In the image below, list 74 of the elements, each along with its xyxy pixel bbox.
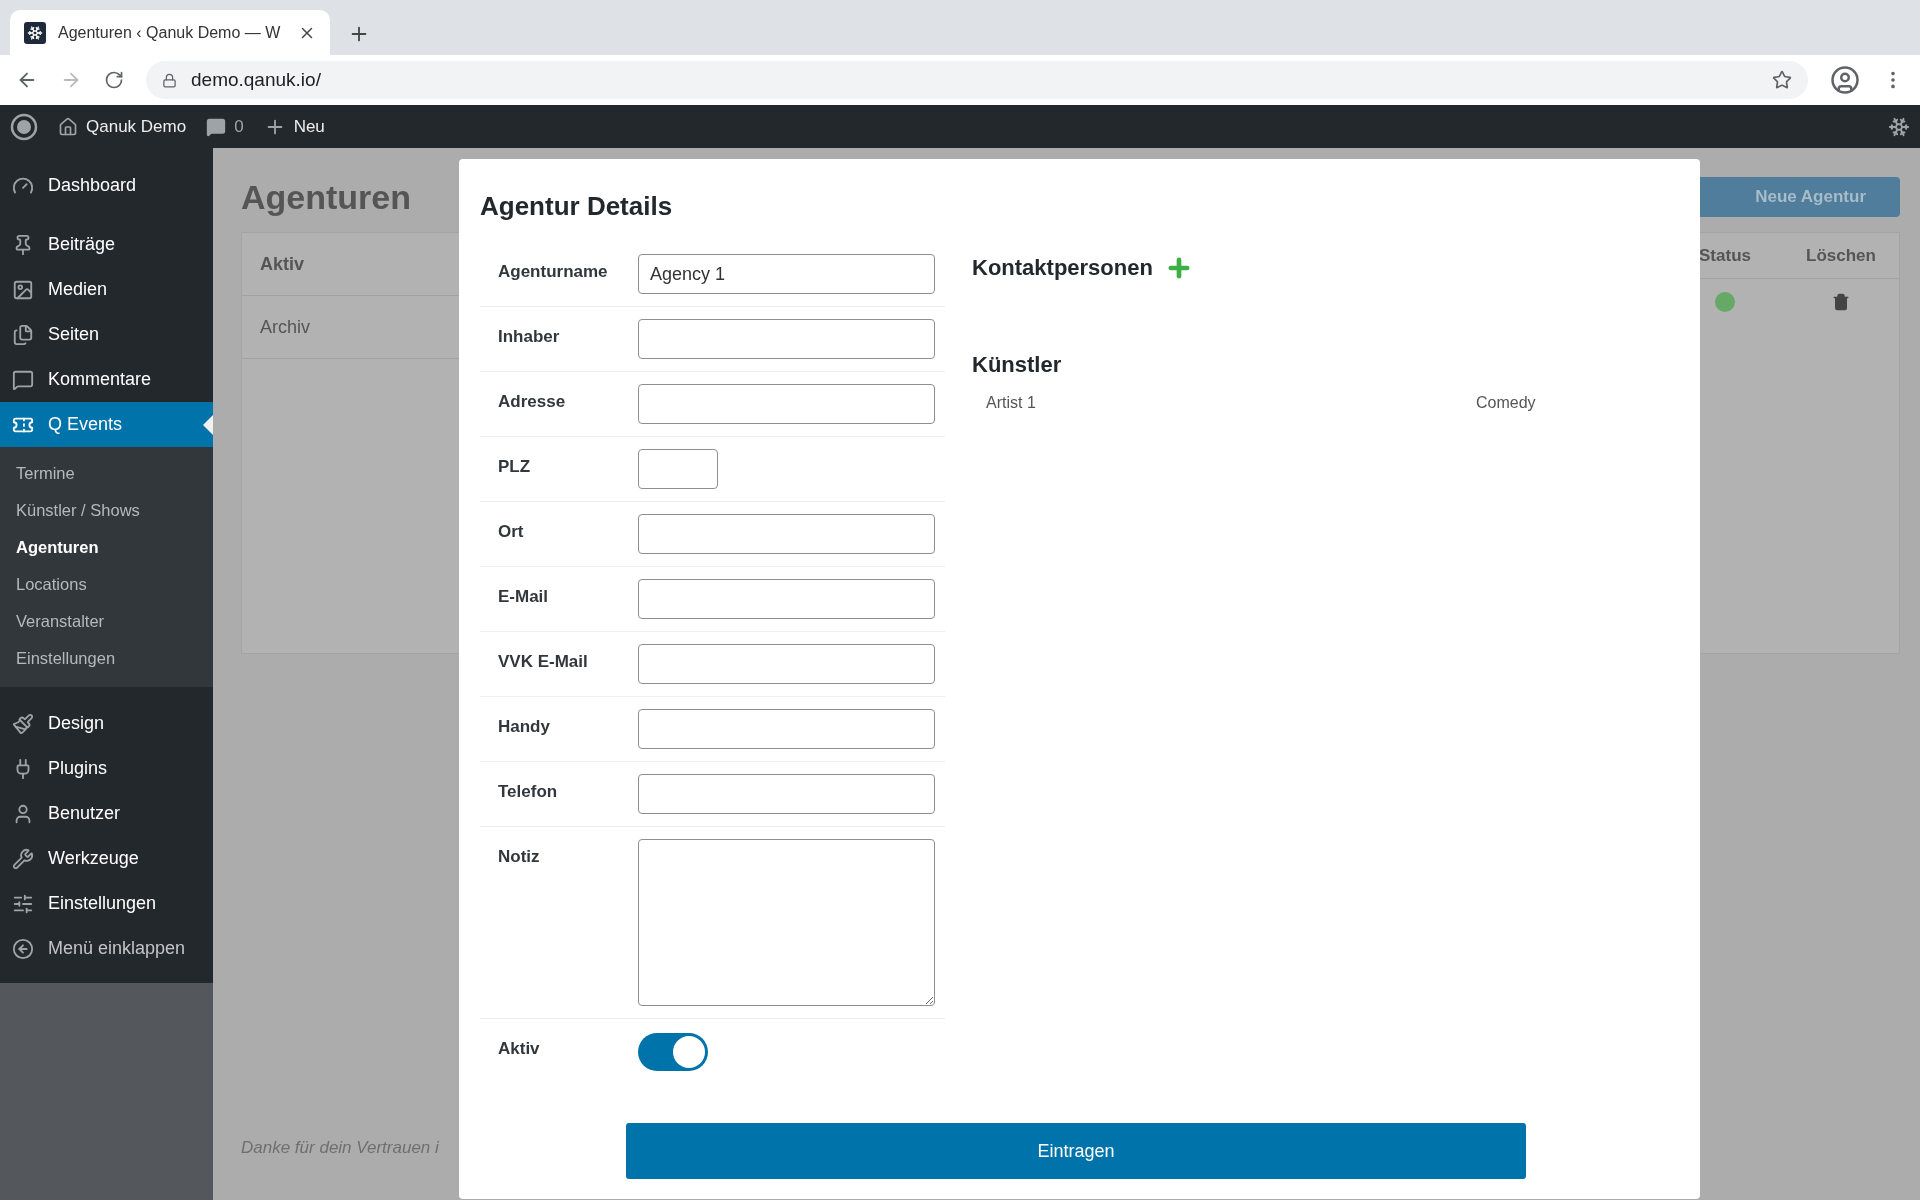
logo-icon[interactable] xyxy=(10,112,38,141)
submenu-item[interactable]: Agenturen xyxy=(0,529,213,566)
artist-genre: Comedy xyxy=(1476,394,1536,412)
snowflake-icon[interactable] xyxy=(1888,115,1910,138)
submit-button[interactable]: Eintragen xyxy=(626,1123,1526,1179)
field-label: Ort xyxy=(497,521,525,543)
field-label: Notiz xyxy=(497,846,541,868)
new-link[interactable]: Neu xyxy=(263,115,325,138)
submenu-item[interactable]: Einstellungen xyxy=(0,640,213,677)
text-field[interactable] xyxy=(638,384,935,424)
column-header: Status xyxy=(1698,245,1752,266)
sidebar-item[interactable]: Seiten xyxy=(0,312,213,357)
wrench-icon xyxy=(12,847,34,870)
section-heading: Künstler xyxy=(972,352,1063,378)
lock-icon xyxy=(162,72,177,88)
textarea-field[interactable] xyxy=(638,839,935,1006)
submenu-item[interactable]: Künstler / Shows xyxy=(0,492,213,529)
text-field[interactable]: Agency 1 xyxy=(638,254,935,294)
brush-icon xyxy=(12,712,34,735)
profile-icon[interactable] xyxy=(1830,65,1860,95)
comment-icon xyxy=(12,368,34,391)
browser-tab[interactable]: Agenturen ‹ Qanuk Demo — W xyxy=(10,10,330,55)
field-label: Adresse xyxy=(497,391,567,413)
modal-title: Agentur Details xyxy=(480,191,674,222)
sidebar-item[interactable]: Dashboard xyxy=(0,163,213,208)
text-field[interactable] xyxy=(638,709,935,749)
comments-link[interactable]: 0 xyxy=(206,116,244,137)
tab-title: Agenturen ‹ Qanuk Demo — W xyxy=(58,23,282,42)
snowflake-icon xyxy=(24,21,46,44)
sidebar-item[interactable]: Kommentare xyxy=(0,357,213,402)
collapse-icon xyxy=(12,937,34,960)
reload-icon[interactable] xyxy=(104,70,124,90)
url-text: demo.qanuk.io/ xyxy=(191,69,322,91)
text-field[interactable] xyxy=(638,774,935,814)
field-label: Handy xyxy=(497,716,551,738)
pages-icon xyxy=(12,323,34,346)
submenu-item[interactable]: Veranstalter xyxy=(0,603,213,640)
submenu-item[interactable]: Locations xyxy=(0,566,213,603)
sidebar-item[interactable]: Einstellungen xyxy=(0,881,213,926)
field-label: Agenturname xyxy=(497,261,609,283)
column-header: Löschen xyxy=(1805,245,1877,266)
field-label: E-Mail xyxy=(497,586,550,608)
field-label: Aktiv xyxy=(497,1038,541,1060)
comment-icon xyxy=(206,116,227,137)
sidebar-item[interactable]: Beiträge xyxy=(0,222,213,267)
star-icon[interactable] xyxy=(1772,70,1792,90)
field-label: PLZ xyxy=(497,456,532,478)
text-field[interactable] xyxy=(638,449,718,489)
text-field[interactable] xyxy=(638,644,935,684)
section-heading: Kontaktpersonen xyxy=(972,255,1153,281)
sidebar-item[interactable]: Benutzer xyxy=(0,791,213,836)
site-link[interactable]: Qanuk Demo xyxy=(58,116,187,137)
sidebar-item[interactable]: Plugins xyxy=(0,746,213,791)
field-label: VVK E-Mail xyxy=(497,651,589,673)
footer-text: Danke für dein Vertrauen i xyxy=(241,1138,439,1158)
submenu-item[interactable]: Termine xyxy=(0,455,213,492)
trash-icon[interactable] xyxy=(1832,292,1850,311)
sliders-icon xyxy=(12,892,34,915)
sidebar-item[interactable]: Menü einklappen xyxy=(0,926,213,971)
sidebar-item[interactable]: Design xyxy=(0,701,213,746)
sidebar-item[interactable]: Werkzeuge xyxy=(0,836,213,881)
page-title: Agenturen xyxy=(241,177,411,217)
address-bar[interactable]: demo.qanuk.io/ xyxy=(146,61,1808,99)
toggle-switch[interactable] xyxy=(638,1033,708,1071)
home-icon xyxy=(58,116,78,137)
text-field[interactable] xyxy=(638,514,935,554)
text-field[interactable] xyxy=(638,319,935,359)
sidebar-item[interactable]: Q Events xyxy=(0,402,213,447)
image-icon xyxy=(12,278,34,301)
field-label: Telefon xyxy=(497,781,559,803)
field-label: Inhaber xyxy=(497,326,561,348)
artist-name: Artist 1 xyxy=(986,394,1037,412)
text-field[interactable] xyxy=(638,579,935,619)
sidebar-item[interactable]: Medien xyxy=(0,267,213,312)
